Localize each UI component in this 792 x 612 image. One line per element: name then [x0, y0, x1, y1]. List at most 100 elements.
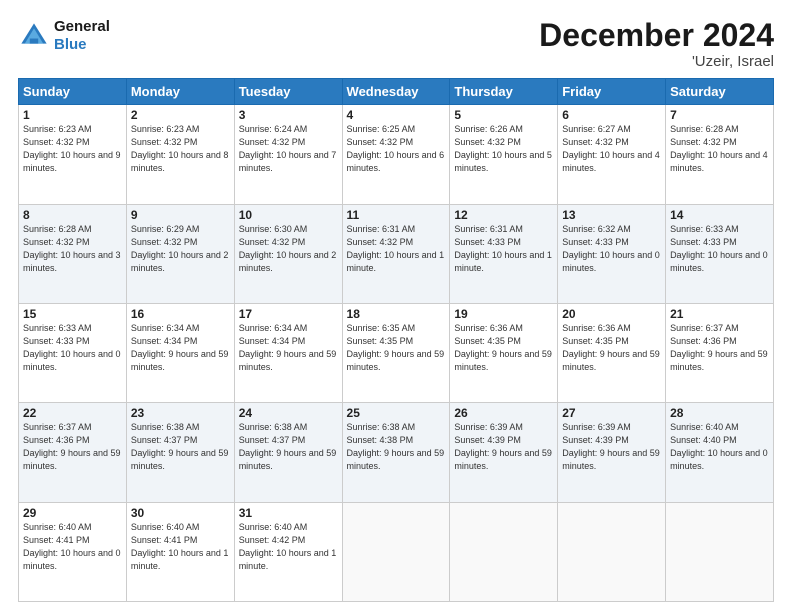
- table-row: 5Sunrise: 6:26 AMSunset: 4:32 PMDaylight…: [450, 105, 558, 204]
- daylight-label: Daylight: 10 hours and 8 minutes.: [131, 150, 229, 173]
- sunrise-label: Sunrise: 6:29 AM: [131, 224, 200, 234]
- sunset-label: Sunset: 4:38 PM: [347, 435, 414, 445]
- daylight-label: Daylight: 9 hours and 59 minutes.: [454, 349, 552, 372]
- sunset-label: Sunset: 4:32 PM: [347, 137, 414, 147]
- day-number: 4: [347, 108, 446, 122]
- daylight-label: Daylight: 10 hours and 5 minutes.: [454, 150, 552, 173]
- day-number: 10: [239, 208, 338, 222]
- sunrise-label: Sunrise: 6:38 AM: [347, 422, 416, 432]
- day-number: 9: [131, 208, 230, 222]
- subtitle: 'Uzeir, Israel: [539, 53, 774, 70]
- daylight-label: Daylight: 10 hours and 4 minutes.: [670, 150, 768, 173]
- daylight-label: Daylight: 10 hours and 4 minutes.: [562, 150, 660, 173]
- daylight-label: Daylight: 9 hours and 59 minutes.: [131, 349, 229, 372]
- day-number: 13: [562, 208, 661, 222]
- day-number: 1: [23, 108, 122, 122]
- table-row: 2Sunrise: 6:23 AMSunset: 4:32 PMDaylight…: [126, 105, 234, 204]
- day-number: 7: [670, 108, 769, 122]
- table-row: 27Sunrise: 6:39 AMSunset: 4:39 PMDayligh…: [558, 403, 666, 502]
- day-info: Sunrise: 6:31 AMSunset: 4:32 PMDaylight:…: [347, 223, 446, 275]
- table-row: 28Sunrise: 6:40 AMSunset: 4:40 PMDayligh…: [666, 403, 774, 502]
- sunset-label: Sunset: 4:32 PM: [562, 137, 629, 147]
- table-row: 15Sunrise: 6:33 AMSunset: 4:33 PMDayligh…: [19, 303, 127, 402]
- day-info: Sunrise: 6:31 AMSunset: 4:33 PMDaylight:…: [454, 223, 553, 275]
- day-info: Sunrise: 6:38 AMSunset: 4:38 PMDaylight:…: [347, 421, 446, 473]
- daylight-label: Daylight: 9 hours and 59 minutes.: [670, 349, 768, 372]
- sunset-label: Sunset: 4:33 PM: [562, 237, 629, 247]
- calendar-header-row: Sunday Monday Tuesday Wednesday Thursday…: [19, 79, 774, 105]
- table-row: 8Sunrise: 6:28 AMSunset: 4:32 PMDaylight…: [19, 204, 127, 303]
- day-info: Sunrise: 6:28 AMSunset: 4:32 PMDaylight:…: [23, 223, 122, 275]
- day-number: 18: [347, 307, 446, 321]
- logo: General Blue: [18, 18, 110, 54]
- day-info: Sunrise: 6:40 AMSunset: 4:41 PMDaylight:…: [131, 521, 230, 573]
- sunset-label: Sunset: 4:42 PM: [239, 535, 306, 545]
- day-info: Sunrise: 6:32 AMSunset: 4:33 PMDaylight:…: [562, 223, 661, 275]
- day-info: Sunrise: 6:39 AMSunset: 4:39 PMDaylight:…: [562, 421, 661, 473]
- sunrise-label: Sunrise: 6:39 AM: [562, 422, 631, 432]
- table-row: [342, 502, 450, 601]
- day-info: Sunrise: 6:26 AMSunset: 4:32 PMDaylight:…: [454, 123, 553, 175]
- daylight-label: Daylight: 10 hours and 9 minutes.: [23, 150, 121, 173]
- calendar-week-3: 15Sunrise: 6:33 AMSunset: 4:33 PMDayligh…: [19, 303, 774, 402]
- day-number: 14: [670, 208, 769, 222]
- day-info: Sunrise: 6:40 AMSunset: 4:40 PMDaylight:…: [670, 421, 769, 473]
- sunrise-label: Sunrise: 6:36 AM: [454, 323, 523, 333]
- daylight-label: Daylight: 10 hours and 0 minutes.: [562, 250, 660, 273]
- sunset-label: Sunset: 4:37 PM: [131, 435, 198, 445]
- title-block: December 2024 'Uzeir, Israel: [539, 18, 774, 70]
- sunset-label: Sunset: 4:41 PM: [131, 535, 198, 545]
- sunset-label: Sunset: 4:37 PM: [239, 435, 306, 445]
- day-info: Sunrise: 6:29 AMSunset: 4:32 PMDaylight:…: [131, 223, 230, 275]
- day-number: 5: [454, 108, 553, 122]
- sunset-label: Sunset: 4:39 PM: [454, 435, 521, 445]
- day-info: Sunrise: 6:36 AMSunset: 4:35 PMDaylight:…: [562, 322, 661, 374]
- day-info: Sunrise: 6:34 AMSunset: 4:34 PMDaylight:…: [131, 322, 230, 374]
- day-info: Sunrise: 6:23 AMSunset: 4:32 PMDaylight:…: [131, 123, 230, 175]
- sunrise-label: Sunrise: 6:40 AM: [670, 422, 739, 432]
- daylight-label: Daylight: 10 hours and 0 minutes.: [23, 548, 121, 571]
- table-row: 3Sunrise: 6:24 AMSunset: 4:32 PMDaylight…: [234, 105, 342, 204]
- day-number: 16: [131, 307, 230, 321]
- table-row: 19Sunrise: 6:36 AMSunset: 4:35 PMDayligh…: [450, 303, 558, 402]
- day-number: 29: [23, 506, 122, 520]
- day-info: Sunrise: 6:27 AMSunset: 4:32 PMDaylight:…: [562, 123, 661, 175]
- sunrise-label: Sunrise: 6:35 AM: [347, 323, 416, 333]
- day-number: 22: [23, 406, 122, 420]
- table-row: 10Sunrise: 6:30 AMSunset: 4:32 PMDayligh…: [234, 204, 342, 303]
- daylight-label: Daylight: 10 hours and 7 minutes.: [239, 150, 337, 173]
- sunset-label: Sunset: 4:33 PM: [23, 336, 90, 346]
- daylight-label: Daylight: 10 hours and 1 minute.: [131, 548, 229, 571]
- col-monday: Monday: [126, 79, 234, 105]
- table-row: 23Sunrise: 6:38 AMSunset: 4:37 PMDayligh…: [126, 403, 234, 502]
- sunrise-label: Sunrise: 6:28 AM: [670, 124, 739, 134]
- day-number: 30: [131, 506, 230, 520]
- day-number: 31: [239, 506, 338, 520]
- day-info: Sunrise: 6:34 AMSunset: 4:34 PMDaylight:…: [239, 322, 338, 374]
- sunrise-label: Sunrise: 6:25 AM: [347, 124, 416, 134]
- sunrise-label: Sunrise: 6:38 AM: [131, 422, 200, 432]
- calendar-week-4: 22Sunrise: 6:37 AMSunset: 4:36 PMDayligh…: [19, 403, 774, 502]
- day-info: Sunrise: 6:25 AMSunset: 4:32 PMDaylight:…: [347, 123, 446, 175]
- daylight-label: Daylight: 9 hours and 59 minutes.: [239, 349, 337, 372]
- sunrise-label: Sunrise: 6:31 AM: [454, 224, 523, 234]
- sunrise-label: Sunrise: 6:31 AM: [347, 224, 416, 234]
- table-row: 20Sunrise: 6:36 AMSunset: 4:35 PMDayligh…: [558, 303, 666, 402]
- sunset-label: Sunset: 4:32 PM: [239, 237, 306, 247]
- day-info: Sunrise: 6:38 AMSunset: 4:37 PMDaylight:…: [131, 421, 230, 473]
- table-row: 4Sunrise: 6:25 AMSunset: 4:32 PMDaylight…: [342, 105, 450, 204]
- table-row: 25Sunrise: 6:38 AMSunset: 4:38 PMDayligh…: [342, 403, 450, 502]
- day-info: Sunrise: 6:36 AMSunset: 4:35 PMDaylight:…: [454, 322, 553, 374]
- table-row: 12Sunrise: 6:31 AMSunset: 4:33 PMDayligh…: [450, 204, 558, 303]
- col-sunday: Sunday: [19, 79, 127, 105]
- table-row: 21Sunrise: 6:37 AMSunset: 4:36 PMDayligh…: [666, 303, 774, 402]
- sunset-label: Sunset: 4:36 PM: [23, 435, 90, 445]
- daylight-label: Daylight: 9 hours and 59 minutes.: [562, 349, 660, 372]
- day-info: Sunrise: 6:39 AMSunset: 4:39 PMDaylight:…: [454, 421, 553, 473]
- day-info: Sunrise: 6:40 AMSunset: 4:41 PMDaylight:…: [23, 521, 122, 573]
- table-row: 22Sunrise: 6:37 AMSunset: 4:36 PMDayligh…: [19, 403, 127, 502]
- sunset-label: Sunset: 4:32 PM: [131, 237, 198, 247]
- day-info: Sunrise: 6:23 AMSunset: 4:32 PMDaylight:…: [23, 123, 122, 175]
- table-row: [558, 502, 666, 601]
- day-info: Sunrise: 6:37 AMSunset: 4:36 PMDaylight:…: [670, 322, 769, 374]
